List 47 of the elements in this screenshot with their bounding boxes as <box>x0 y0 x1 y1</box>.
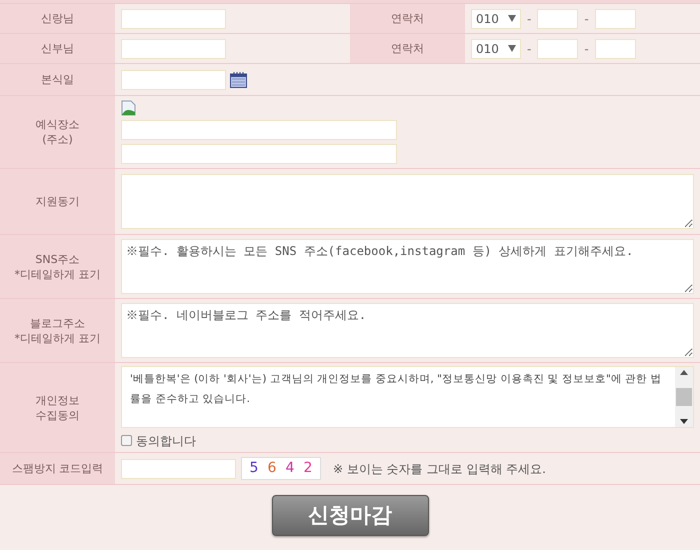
terms-text: '베틀한복'은 (이하 '회사'는) 고객님의 개인정보를 중요시하며, "정보통신망 이용촉진 및 정보보호"에 관한 법률을 준수하고 있습니다. <box>129 372 662 406</box>
date-field[interactable] <box>121 70 226 90</box>
scroll-down-icon[interactable] <box>680 418 688 424</box>
captcha-digit: 5 <box>250 459 258 478</box>
address-field[interactable] <box>121 144 397 164</box>
field-label: 신랑님 <box>41 11 74 26</box>
field-label: SNS주소 *디테일하게 표기 <box>14 252 100 282</box>
broken-image-icon <box>121 100 137 116</box>
captcha-hint: ※ 보이는 숫자를 그대로 입력해 주세요. <box>333 460 546 478</box>
phone-prefix-select[interactable]: 010 <box>471 38 521 58</box>
scroll-thumb[interactable] <box>676 388 692 406</box>
captcha-digit: 6 <box>268 459 276 478</box>
agree-label: 동의합니다 <box>136 432 196 450</box>
calendar-icon[interactable] <box>230 72 247 88</box>
captcha-digit: 2 <box>304 459 312 478</box>
captcha-digit: 4 <box>286 459 294 478</box>
field-label: 개인정보 수집동의 <box>36 392 80 422</box>
field-label: 연락처 <box>391 41 424 56</box>
field-label: 연락처 <box>391 11 424 26</box>
field-label: 지원동기 <box>36 194 80 209</box>
phone-field[interactable] <box>594 38 636 58</box>
phone-field[interactable] <box>537 38 578 58</box>
submit-button[interactable]: 신청마감 <box>272 495 428 536</box>
text-area[interactable] <box>121 174 694 229</box>
phone-field[interactable] <box>537 8 578 28</box>
dash: - <box>584 40 589 58</box>
field-label: 신부님 <box>41 41 74 56</box>
name-field[interactable] <box>121 38 226 58</box>
captcha-field[interactable] <box>121 458 236 478</box>
name-field[interactable] <box>121 8 226 28</box>
field-label: 예식장소 (주소) <box>36 117 80 147</box>
dash: - <box>584 10 589 28</box>
scrollbar[interactable] <box>675 366 693 426</box>
text-area[interactable]: ※필수. 활용하시는 모든 SNS 주소(facebook,instagram 등) 상세하게 표기해주세요. <box>121 239 694 294</box>
field-label: 본식일 <box>41 72 74 87</box>
caret-icon <box>508 15 516 22</box>
field-label: 스팸방지 코드입력 <box>12 461 104 476</box>
address-field[interactable] <box>121 120 397 140</box>
dash: - <box>527 10 532 28</box>
caret-icon <box>508 45 516 52</box>
agree-checkbox[interactable] <box>121 435 132 446</box>
scroll-up-icon[interactable] <box>680 370 688 374</box>
field-label: 블로그주소 *디테일하게 표기 <box>14 316 100 346</box>
phone-prefix-select[interactable]: 010 <box>471 8 521 28</box>
phone-field[interactable] <box>594 8 636 28</box>
dash: - <box>527 40 532 58</box>
text-area[interactable]: ※필수. 네이버블로그 주소를 적어주세요. <box>121 303 694 358</box>
